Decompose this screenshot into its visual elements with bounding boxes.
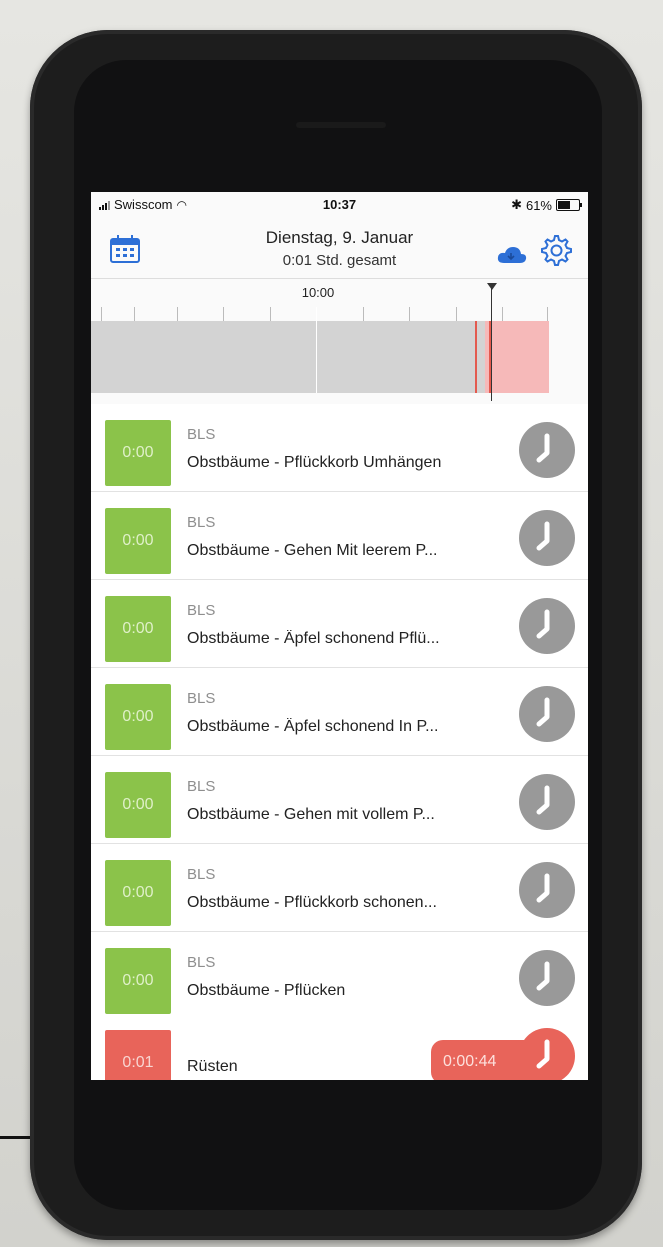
task-time-tile: 0:00 xyxy=(105,420,171,486)
task-time-tile: 0:00 xyxy=(105,508,171,574)
app-screen: Swisscom ◠ 10:37 ✱ 61% Dienstag, 9. Janu… xyxy=(91,192,588,1080)
earpiece xyxy=(296,122,386,128)
clock-icon xyxy=(536,697,550,727)
clock-icon xyxy=(536,785,550,815)
timeline[interactable]: 10:00 xyxy=(91,278,588,405)
task-category: BLS xyxy=(187,778,216,795)
task-name: Obstbäume - Äpfel schonend In P... xyxy=(187,718,439,735)
task-name: Obstbäume - Pflückkorb Umhängen xyxy=(187,454,442,471)
task-row[interactable]: 0:00 BLS Obstbäume - Gehen mit vollem P.… xyxy=(91,756,588,844)
task-time-tile: 0:00 xyxy=(105,860,171,926)
battery-percent: 61% xyxy=(525,197,552,213)
task-row[interactable]: 0:00 BLS Obstbäume - Äpfel schonend Pflü… xyxy=(91,580,588,668)
bluetooth-icon: ✱ xyxy=(511,197,522,212)
task-name: Obstbäume - Gehen Mit leerem P... xyxy=(187,542,438,559)
task-name: Obstbäume - Gehen mit vollem P... xyxy=(187,806,435,823)
task-category: BLS xyxy=(187,954,216,971)
start-timer-button[interactable] xyxy=(519,686,575,742)
task-row[interactable]: 0:00 BLS Obstbäume - Pflückkorb Umhängen xyxy=(91,404,588,492)
start-timer-button[interactable] xyxy=(519,862,575,918)
task-name: Obstbäume - Pflücken xyxy=(187,982,346,999)
timeline-hour-label: 10:00 xyxy=(301,285,335,300)
timeline-ticks xyxy=(91,307,549,321)
clock-icon xyxy=(536,433,550,463)
task-row[interactable]: 0:00 BLS Obstbäume - Pflückkorb schonen.… xyxy=(91,844,588,932)
elapsed-time: 0:00:44 xyxy=(443,1053,497,1070)
start-timer-button[interactable] xyxy=(519,598,575,654)
task-category: BLS xyxy=(187,426,216,443)
clock-icon xyxy=(536,1039,550,1069)
timeline-now-line xyxy=(491,287,492,401)
timeline-active-span xyxy=(485,321,549,393)
status-right: ✱ 61% xyxy=(511,197,582,213)
task-category: BLS xyxy=(187,690,216,707)
task-category: BLS xyxy=(187,514,216,531)
task-row[interactable]: 0:00 BLS Obstbäume - Gehen Mit leerem P.… xyxy=(91,492,588,580)
timeline-entry-marker xyxy=(475,321,477,393)
task-category: BLS xyxy=(187,866,216,883)
clock-icon xyxy=(536,873,550,903)
header: Dienstag, 9. Januar 0:01 Std. gesamt xyxy=(91,216,588,276)
clock-icon xyxy=(536,521,550,551)
stop-timer-button[interactable] xyxy=(519,1028,575,1080)
active-task-row[interactable]: 0:01 Rüsten 0:00:44 xyxy=(91,1018,588,1080)
task-time-tile: 0:00 xyxy=(105,772,171,838)
clock-icon xyxy=(536,961,550,991)
start-timer-button[interactable] xyxy=(519,774,575,830)
status-bar: Swisscom ◠ 10:37 ✱ 61% xyxy=(91,192,588,216)
battery-icon xyxy=(556,199,582,211)
task-row[interactable]: 0:00 BLS Obstbäume - Äpfel schonend In P… xyxy=(91,668,588,756)
cloud-icon[interactable] xyxy=(496,244,528,266)
timeline-track xyxy=(91,321,549,393)
start-timer-button[interactable] xyxy=(519,510,575,566)
task-time-tile: 0:00 xyxy=(105,596,171,662)
gear-icon[interactable] xyxy=(538,233,572,267)
task-time-tile: 0:00 xyxy=(105,684,171,750)
task-row[interactable]: 0:00 BLS Obstbäume - Pflücken xyxy=(91,932,588,1020)
task-time-tile: 0:00 xyxy=(105,948,171,1014)
timeline-hour-line xyxy=(316,307,317,393)
task-name: Obstbäume - Äpfel schonend Pflü... xyxy=(187,630,440,647)
task-category: BLS xyxy=(187,602,216,619)
task-name: Obstbäume - Pflückkorb schonen... xyxy=(187,894,437,911)
start-timer-button[interactable] xyxy=(519,422,575,478)
timeline-now-indicator xyxy=(487,283,497,290)
active-task-time-tile: 0:01 xyxy=(105,1030,171,1080)
clock-icon xyxy=(536,609,550,639)
start-timer-button[interactable] xyxy=(519,950,575,1006)
